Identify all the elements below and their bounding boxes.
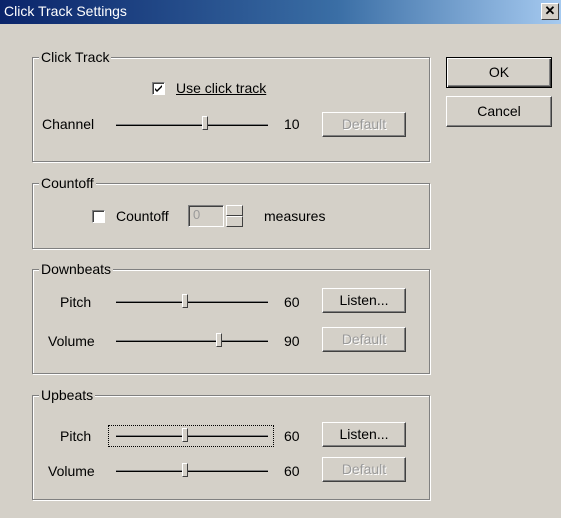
upbeats-pitch-slider-track[interactable] [116,435,268,437]
downbeats-volume-label: Volume [48,333,95,349]
downbeats-volume-slider-track[interactable] [116,340,268,342]
channel-slider-thumb[interactable] [202,116,208,130]
dialog-window: Click Track Settings ✕ Click Track Use c… [0,0,561,518]
downbeats-pitch-slider-track[interactable] [116,301,268,303]
measures-label: measures [264,208,326,224]
close-icon: ✕ [544,3,556,18]
click-track-legend: Click Track [39,49,112,65]
downbeats-pitch-label: Pitch [60,294,92,310]
upbeats-legend: Upbeats [39,387,96,403]
downbeats-default-button[interactable]: Default [322,327,406,352]
upbeats-volume-value: 60 [284,463,300,479]
spin-up-icon[interactable] [226,205,243,216]
countoff-legend: Countoff [39,175,96,191]
downbeats-pitch-slider-thumb[interactable] [182,294,188,308]
countoff-checkbox[interactable] [92,210,105,223]
measures-spinner[interactable] [226,205,243,227]
downbeats-volume-value: 90 [284,333,300,349]
upbeats-volume-slider-thumb[interactable] [182,463,188,477]
checkmark-icon [155,85,162,92]
upbeats-listen-button[interactable]: Listen... [322,422,406,447]
use-click-track-checkbox[interactable] [152,82,165,95]
close-button[interactable]: ✕ [541,3,559,20]
upbeats-default-button[interactable]: Default [322,457,406,482]
downbeats-listen-button[interactable]: Listen... [322,288,406,313]
downbeats-pitch-value: 60 [284,294,300,310]
upbeats-volume-label: Volume [48,463,95,479]
use-click-track-label[interactable]: Use click track [176,80,266,96]
upbeats-volume-slider-track[interactable] [116,470,268,472]
ok-button[interactable]: OK [446,57,552,88]
downbeats-legend: Downbeats [39,261,114,277]
window-title: Click Track Settings [4,3,127,19]
countoff-label[interactable]: Countoff [116,208,169,224]
click-track-group: Click Track [32,49,430,162]
countoff-label-text: Countoff [116,208,169,224]
channel-slider-track[interactable] [116,124,268,126]
upbeats-pitch-label: Pitch [60,428,92,444]
spin-down-icon[interactable] [226,216,243,227]
title-bar[interactable]: Click Track Settings ✕ [0,0,561,24]
downbeats-volume-slider-thumb[interactable] [216,333,222,347]
downbeats-group: Downbeats [32,261,430,374]
channel-label: Channel [42,116,95,132]
channel-value: 10 [284,116,300,132]
upbeats-group: Upbeats [32,387,430,500]
use-click-track-label-accel: Use click track [176,80,267,96]
upbeats-pitch-slider-thumb[interactable] [182,428,188,442]
measures-input[interactable]: 0 [188,205,224,227]
upbeats-pitch-value: 60 [284,428,300,444]
cancel-button[interactable]: Cancel [446,96,552,127]
channel-default-button[interactable]: Default [322,112,406,137]
